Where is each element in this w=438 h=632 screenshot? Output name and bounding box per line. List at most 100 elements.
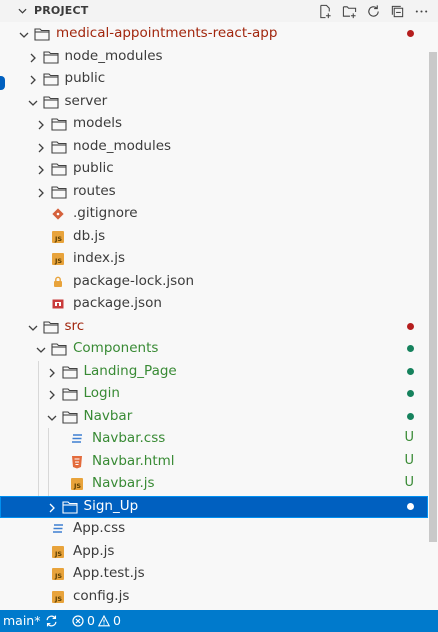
folder-row[interactable]: src	[0, 316, 428, 338]
scrollbar[interactable]	[428, 22, 438, 607]
new-folder-icon[interactable]	[340, 3, 358, 19]
chevron-down-icon[interactable]	[36, 344, 46, 354]
sync-icon[interactable]	[44, 614, 59, 628]
file-row[interactable]: JS config.js	[0, 586, 428, 608]
git-status-dot	[407, 502, 414, 510]
file-row[interactable]: Navbar.css U	[0, 428, 428, 450]
tree-item-label: Navbar	[83, 407, 133, 424]
svg-text:JS: JS	[54, 550, 62, 558]
file-row[interactable]: JS App.js	[0, 541, 428, 563]
tree-item-label: App.test.js	[73, 565, 145, 581]
tree-item-label: Navbar.css	[92, 430, 166, 446]
npm-icon	[51, 297, 65, 311]
folder-icon	[42, 95, 59, 109]
folder-icon	[51, 162, 67, 176]
tree-item-label: package-lock.json	[73, 272, 195, 289]
folder-icon	[51, 140, 67, 154]
more-icon[interactable]	[412, 3, 430, 19]
folder-row[interactable]: Navbar	[0, 406, 428, 428]
warning-count: 0	[112, 613, 121, 628]
chevron-right-icon[interactable]	[36, 142, 46, 152]
folder-row[interactable]: Components	[0, 338, 428, 360]
chevron-right-icon[interactable]	[28, 52, 38, 62]
js-icon: JS	[51, 252, 65, 266]
tree-item-label: App.js	[73, 542, 115, 559]
file-row[interactable]: JS App.test.js	[0, 563, 428, 585]
folder-icon	[61, 500, 78, 514]
svg-text:JS: JS	[54, 257, 62, 265]
chevron-down-icon[interactable]	[28, 322, 38, 332]
css-icon	[70, 432, 84, 446]
branch-name[interactable]: main*	[3, 613, 40, 628]
git-status-untracked: U	[404, 430, 414, 445]
warning-icon	[97, 614, 110, 626]
tree-item-label: public	[64, 70, 106, 86]
tree-item-label: db.js	[73, 227, 106, 244]
folder-icon	[61, 387, 78, 401]
folder-row[interactable]: node_modules	[0, 46, 428, 68]
collapse-all-icon[interactable]	[388, 3, 406, 19]
folder-row[interactable]: public	[0, 158, 428, 180]
html-icon	[70, 455, 84, 469]
file-row[interactable]: JS db.js	[0, 226, 428, 248]
tree-item-label: App.css	[73, 520, 126, 536]
new-file-icon[interactable]	[316, 3, 334, 19]
file-row[interactable]: Navbar.html U	[0, 451, 428, 473]
git-status-dot	[407, 367, 414, 375]
svg-text:JS: JS	[54, 235, 62, 243]
file-row[interactable]: JS Navbar.js U	[0, 473, 428, 495]
folder-row[interactable]: node_modules	[0, 136, 428, 158]
css-icon	[51, 522, 65, 536]
chevron-right-icon[interactable]	[47, 367, 57, 377]
folder-row[interactable]: Sign_Up	[0, 495, 428, 518]
js-icon: JS	[51, 590, 65, 604]
git-status-untracked: U	[404, 475, 414, 490]
git-status-dot	[407, 412, 414, 420]
tree-item-label: Navbar.js	[92, 475, 155, 491]
folder-row[interactable]: server	[0, 91, 428, 113]
tree-item-label: Components	[73, 340, 159, 356]
folder-row[interactable]: public	[0, 68, 428, 90]
status-bar: main* 0 0	[0, 610, 438, 632]
file-tree: medical-appointments-react-app node_modul…	[0, 22, 428, 607]
file-row[interactable]: JS index.js	[0, 248, 428, 270]
file-row[interactable]: package-lock.json	[0, 271, 428, 293]
svg-text:JS: JS	[54, 595, 62, 603]
chevron-right-icon[interactable]	[47, 389, 57, 400]
chevron-down-icon[interactable]	[47, 412, 57, 422]
tree-item-label: .gitignore	[73, 205, 138, 221]
tree-item-label: routes	[73, 182, 116, 199]
tree-item-label: src	[64, 317, 85, 334]
chevron-right-icon[interactable]	[36, 164, 46, 175]
tree-item-label: index.js	[73, 250, 126, 266]
folder-icon	[61, 365, 78, 379]
chevron-right-icon[interactable]	[36, 119, 46, 130]
problems-indicator[interactable]: 0 0	[72, 613, 121, 628]
js-icon: JS	[51, 567, 65, 581]
chevron-right-icon[interactable]	[47, 502, 57, 512]
file-row[interactable]: package.json	[0, 293, 428, 315]
tree-item-label: config.js	[73, 587, 130, 604]
explorer-title[interactable]: PROJECT	[34, 4, 88, 17]
file-row[interactable]: .gitignore	[0, 203, 428, 225]
folder-row[interactable]: Landing_Page	[0, 361, 428, 383]
chevron-down-icon[interactable]	[28, 97, 38, 107]
chevron-down-icon[interactable]	[18, 5, 27, 17]
error-count: 0	[87, 613, 95, 628]
file-row[interactable]: App.css	[0, 518, 428, 540]
chevron-right-icon[interactable]	[28, 74, 38, 85]
scrollbar-thumb[interactable]	[429, 52, 437, 542]
folder-row[interactable]: medical-appointments-react-app	[0, 23, 428, 45]
chevron-right-icon[interactable]	[36, 187, 46, 197]
explorer-header: PROJECT	[0, 0, 438, 22]
refresh-icon[interactable]	[364, 3, 382, 19]
folder-row[interactable]: routes	[0, 181, 428, 203]
chevron-down-icon[interactable]	[19, 29, 29, 39]
folder-row[interactable]: models	[0, 113, 428, 135]
tree-item-label: package.json	[73, 295, 162, 311]
folder-icon	[42, 320, 59, 334]
tree-item-label: server	[64, 92, 108, 109]
folder-row[interactable]: Login	[0, 383, 428, 405]
tree-item-label: public	[73, 160, 114, 176]
git-status-dot	[407, 30, 414, 37]
